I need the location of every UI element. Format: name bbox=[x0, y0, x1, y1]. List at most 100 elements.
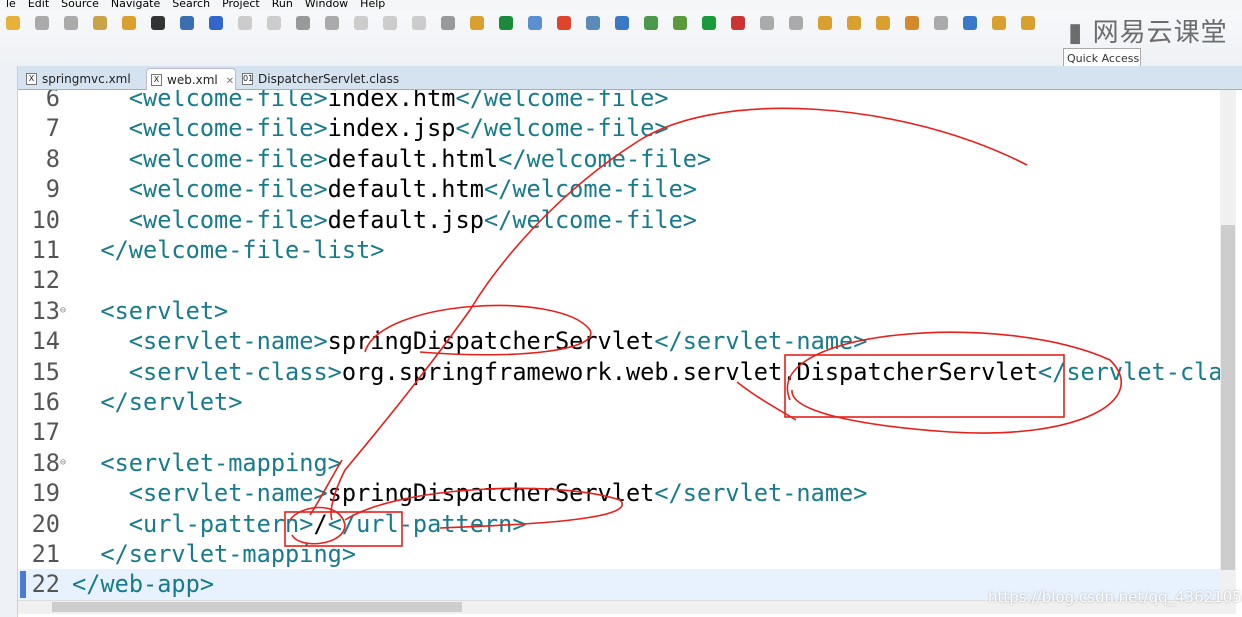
xml-tag: <welcome-file> bbox=[128, 175, 328, 204]
toolbar-button-icon[interactable] bbox=[267, 16, 281, 30]
toolbar-button-icon[interactable] bbox=[6, 16, 20, 30]
xml-text: org.springframework.web.servlet.Dispatch… bbox=[341, 357, 1038, 386]
toolbar-button-icon[interactable] bbox=[702, 16, 716, 30]
code-line[interactable]: 16 </servlet> bbox=[18, 387, 1220, 417]
toolbar-button-icon[interactable] bbox=[296, 16, 310, 30]
menu-item[interactable]: Project bbox=[222, 0, 260, 10]
tab-dispatcherservlet-class[interactable]: 01 DispatcherServlet.class bbox=[238, 68, 399, 90]
xml-tag: </welcome-file> bbox=[498, 144, 712, 173]
toolbar-button-icon[interactable] bbox=[441, 16, 455, 30]
code-line[interactable]: 9 <welcome-file>default.htm</welcome-file… bbox=[18, 174, 1220, 204]
code-line[interactable]: 7 <welcome-file>index.jsp</welcome-file> bbox=[18, 113, 1220, 143]
xml-tag: <welcome-file> bbox=[128, 205, 328, 234]
toolbar-button-icon[interactable] bbox=[731, 16, 745, 30]
vertical-scroll-thumb[interactable] bbox=[1221, 225, 1235, 570]
code-line[interactable]: 13 ⊖ <servlet> bbox=[18, 296, 1220, 326]
xml-tag: </welcome-file> bbox=[455, 114, 669, 143]
code-line[interactable]: 20 <url-pattern>/</url-pattern> bbox=[18, 509, 1220, 539]
fold-toggle-icon[interactable]: ⊖ bbox=[60, 296, 66, 326]
code-text: <servlet-class>org.springframework.web.s… bbox=[129, 357, 1220, 387]
line-number: 12 bbox=[31, 266, 60, 295]
close-tab-icon[interactable]: ✕ bbox=[226, 76, 234, 87]
toolbar-button-icon[interactable] bbox=[615, 16, 629, 30]
toolbar-button-icon[interactable] bbox=[673, 16, 687, 30]
line-number: 22 bbox=[31, 570, 60, 599]
menu-item[interactable]: le bbox=[6, 0, 16, 10]
toolbar-button-icon[interactable] bbox=[325, 16, 339, 30]
code-line[interactable]: 18 ⊖ <servlet-mapping> bbox=[18, 448, 1220, 478]
xml-tag: <welcome-file> bbox=[128, 114, 328, 143]
left-trim-bar bbox=[0, 66, 18, 617]
toolbar-button-icon[interactable] bbox=[789, 16, 803, 30]
toolbar-button-icon[interactable] bbox=[151, 16, 165, 30]
toolbar-button-icon[interactable] bbox=[963, 16, 977, 30]
menu-item[interactable]: Source bbox=[61, 0, 99, 10]
xml-tag: <servlet-name> bbox=[128, 327, 328, 356]
toolbar: ▮ 网易云课堂 Quick Access bbox=[0, 10, 1242, 70]
code-text: </servlet-mapping> bbox=[100, 539, 356, 569]
xml-tag: </servlet-name> bbox=[654, 327, 868, 356]
xml-tag: </servlet-name> bbox=[654, 479, 868, 508]
toolbar-button-icon[interactable] bbox=[760, 16, 774, 30]
toolbar-button-icon[interactable] bbox=[557, 16, 571, 30]
toolbar-button-icon[interactable] bbox=[586, 16, 600, 30]
code-line[interactable]: 21 </servlet-mapping> bbox=[18, 539, 1220, 569]
tab-label: DispatcherServlet.class bbox=[258, 72, 400, 86]
toolbar-button-icon[interactable] bbox=[180, 16, 194, 30]
line-number: 7 bbox=[45, 114, 60, 143]
horizontal-scroll-thumb[interactable] bbox=[52, 602, 462, 612]
menu-item[interactable]: Window bbox=[305, 0, 348, 10]
menu-item[interactable]: Run bbox=[272, 0, 293, 10]
toolbar-button-icon[interactable] bbox=[818, 16, 832, 30]
toolbar-button-icon[interactable] bbox=[934, 16, 948, 30]
toolbar-button-icon[interactable] bbox=[905, 16, 919, 30]
code-text: </web-app> bbox=[72, 569, 214, 599]
line-number: 19 bbox=[31, 479, 60, 508]
toolbar-button-icon[interactable] bbox=[122, 16, 136, 30]
line-number: 21 bbox=[31, 540, 60, 568]
xml-tag: <servlet> bbox=[100, 296, 229, 325]
code-line[interactable]: 17 bbox=[18, 417, 1220, 447]
code-line[interactable]: 14 <servlet-name>springDispatcherServlet<… bbox=[18, 326, 1220, 356]
menu-item[interactable]: Help bbox=[360, 0, 385, 10]
xml-tag: </url-pattern> bbox=[327, 509, 527, 538]
toolbar-button-icon[interactable] bbox=[1021, 16, 1035, 30]
toolbar-button-icon[interactable] bbox=[238, 16, 252, 30]
menu-item[interactable]: Edit bbox=[28, 0, 49, 10]
toolbar-button-icon[interactable] bbox=[847, 16, 861, 30]
menu-item[interactable]: Search bbox=[172, 0, 210, 10]
toolbar-button-icon[interactable] bbox=[93, 16, 107, 30]
code-line[interactable]: 11 </welcome-file-list> bbox=[18, 235, 1220, 265]
menu-item[interactable]: Navigate bbox=[111, 0, 160, 10]
toolbar-button-icon[interactable] bbox=[383, 16, 397, 30]
xml-text: index.jsp bbox=[327, 114, 456, 143]
toolbar-button-icon[interactable] bbox=[499, 16, 513, 30]
code-line[interactable]: 8 <welcome-file>default.html</welcome-fil… bbox=[18, 144, 1220, 174]
code-editor[interactable]: 6 <welcome-file>index.htm</welcome-file> 7… bbox=[18, 90, 1220, 600]
toolbar-button-icon[interactable] bbox=[354, 16, 368, 30]
xml-tag: <url-pattern> bbox=[128, 509, 314, 538]
xml-tag: <servlet-name> bbox=[128, 479, 328, 508]
code-line[interactable]: 12 bbox=[18, 265, 1220, 295]
toolbar-button-icon[interactable] bbox=[412, 16, 426, 30]
code-text: </servlet> bbox=[100, 387, 242, 417]
code-line[interactable]: 6 <welcome-file>index.htm</welcome-file> bbox=[18, 90, 1220, 113]
code-line[interactable]: 10 <welcome-file>default.jsp</welcome-fil… bbox=[18, 205, 1220, 235]
code-text: <servlet-name>springDispatcherServlet</s… bbox=[129, 326, 868, 356]
toolbar-button-icon[interactable] bbox=[64, 16, 78, 30]
tab-web-xml[interactable]: Xweb.xml ✕ bbox=[146, 68, 236, 90]
tab-springmvc-xml[interactable]: Xspringmvc.xml bbox=[22, 68, 140, 90]
toolbar-button-icon[interactable] bbox=[209, 16, 223, 30]
toolbar-button-icon[interactable] bbox=[876, 16, 890, 30]
fold-toggle-icon[interactable]: ⊖ bbox=[60, 448, 66, 478]
code-line[interactable]: 15 <servlet-class>org.springframework.web… bbox=[18, 357, 1220, 387]
toolbar-button-icon[interactable] bbox=[470, 16, 484, 30]
xml-text: index.htm bbox=[327, 90, 456, 112]
toolbar-button-icon[interactable] bbox=[644, 16, 658, 30]
code-line[interactable]: 19 <servlet-name>springDispatcherServlet<… bbox=[18, 478, 1220, 508]
toolbar-button-icon[interactable] bbox=[35, 16, 49, 30]
line-number: 11 bbox=[31, 236, 60, 264]
line-number: 9 bbox=[45, 175, 60, 204]
toolbar-button-icon[interactable] bbox=[528, 16, 542, 30]
toolbar-button-icon[interactable] bbox=[992, 16, 1006, 30]
